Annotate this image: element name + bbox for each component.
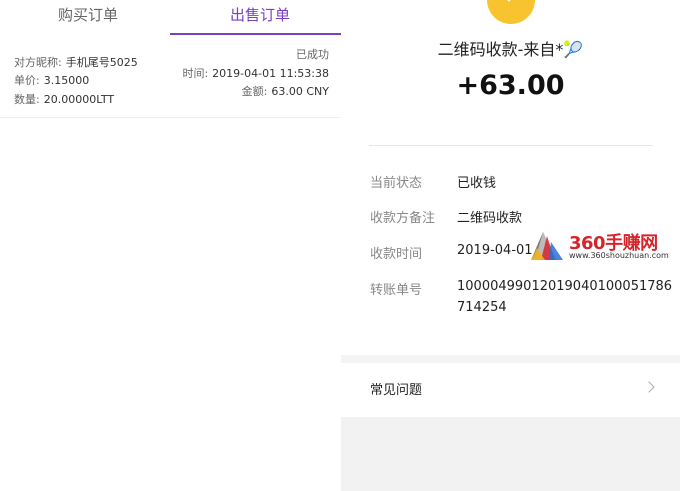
- price-row: 单价: 3.15000: [14, 72, 89, 88]
- faq-row[interactable]: 常见问题: [341, 363, 680, 417]
- price-value: 3.15000: [43, 74, 90, 87]
- quantity-value: 20.00000LTT: [43, 93, 115, 106]
- section-gap: [341, 355, 680, 363]
- time-label: 时间:: [182, 67, 209, 80]
- time-value: 2019-04-01 11:53:38: [212, 67, 329, 80]
- order-card[interactable]: 对方昵称: 手机尾号5025 单价: 3.15000 数量: 20.00000LTT …: [0, 36, 341, 118]
- payment-success-icon: [487, 0, 535, 24]
- amount-label: 金额:: [241, 85, 268, 98]
- left-panel: 购买订单 出售订单 对方昵称: 手机尾号5025 单价: 3.15000 数量: 20…: [0, 0, 341, 491]
- transaction-id-label: 转账单号: [370, 283, 423, 298]
- transaction-id-line-1: 10000499012019040100051786: [457, 279, 673, 294]
- price-label: 单价:: [14, 74, 40, 87]
- counterparty-value: 手机尾号5025: [65, 56, 138, 69]
- status-value: 已收钱: [457, 176, 497, 191]
- divider: [369, 145, 653, 146]
- transaction-id-value[interactable]: 10000499012019040100051786 714254: [457, 276, 672, 318]
- amount-row: 金额: 63.00 CNY: [242, 83, 329, 99]
- tab-sell-orders[interactable]: 出售订单: [230, 4, 290, 25]
- watermark-url: www.360shouzhuan.com: [569, 251, 669, 260]
- tab-buy-orders[interactable]: 购买订单: [58, 4, 118, 25]
- remark-label: 收款方备注: [370, 211, 436, 226]
- watermark-logo-icon: [531, 232, 563, 260]
- quantity-label: 数量:: [14, 93, 40, 106]
- time-row: 时间: 2019-04-01 11:53:38: [182, 65, 329, 81]
- payment-title: 二维码收款-来自*🎾: [437, 40, 584, 59]
- counterparty-row: 对方昵称: 手机尾号5025: [14, 54, 138, 70]
- status-label: 当前状态: [370, 176, 423, 191]
- order-status: 已成功: [296, 48, 329, 61]
- quantity-row: 数量: 20.00000LTT: [14, 91, 114, 107]
- order-tabs: 购买订单 出售订单: [0, 0, 341, 36]
- chevron-right-icon: [643, 381, 655, 393]
- payment-amount: +63.00: [456, 70, 565, 101]
- active-tab-underline: [170, 33, 341, 35]
- amount-value: 63.00 CNY: [271, 85, 329, 98]
- transaction-id-line-2: 714254: [457, 300, 507, 315]
- counterparty-label: 对方昵称:: [14, 56, 62, 69]
- watermark: 360手赚网 www.360shouzhuan.com: [527, 226, 677, 266]
- bottom-gray-area: [341, 417, 680, 491]
- faq-label: 常见问题: [370, 383, 423, 398]
- time-label: 收款时间: [370, 247, 423, 262]
- remark-value: 二维码收款: [457, 211, 523, 226]
